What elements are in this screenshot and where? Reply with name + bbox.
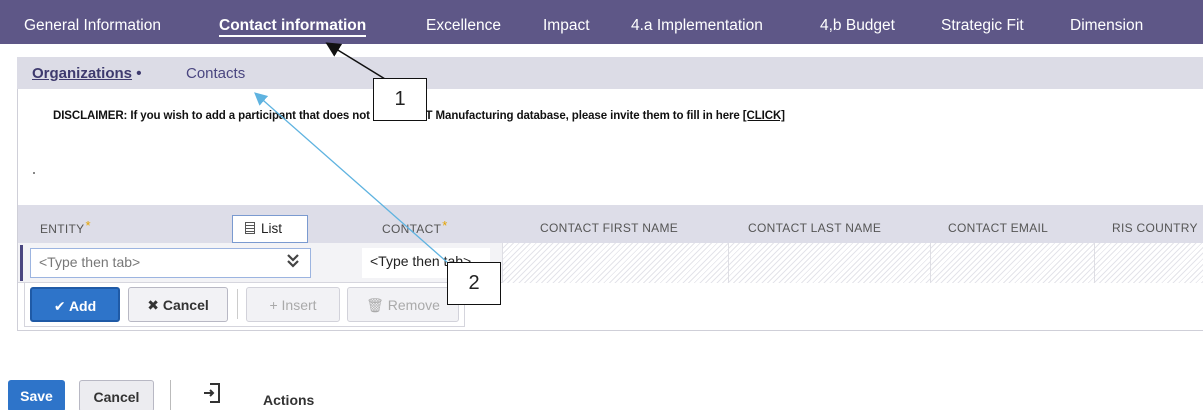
- callout-2: 2: [447, 262, 501, 305]
- cell-contact-email: [930, 243, 1094, 283]
- required-marker: *: [442, 218, 448, 233]
- tab-excellence[interactable]: Excellence: [426, 17, 501, 35]
- remove-button[interactable]: 🗑 Remove: [347, 287, 459, 322]
- column-header-contact[interactable]: CONTACT*: [382, 218, 448, 236]
- tab-general-information[interactable]: General Information: [24, 17, 161, 35]
- table-header: ENTITY* CONTACT* CONTACT FIRST NAME CONT…: [18, 205, 1203, 243]
- insert-button[interactable]: + Insert: [246, 287, 340, 322]
- add-label: Add: [68, 298, 97, 314]
- check-icon: ✔: [53, 298, 66, 314]
- cell-ris-country: [1094, 243, 1203, 283]
- cell-contact-first-name: [502, 243, 728, 283]
- list-popup-button[interactable]: List: [232, 215, 308, 243]
- double-chevron-down-icon[interactable]: [286, 252, 300, 272]
- tab-dimension[interactable]: Dimension: [1070, 17, 1143, 35]
- add-button[interactable]: ✔ Add: [30, 287, 120, 322]
- row-edit-indicator: [20, 245, 23, 281]
- column-label: CONTACT: [382, 222, 442, 236]
- column-label: ENTITY: [40, 222, 85, 236]
- column-header-ris-country[interactable]: RIS COUNTRY: [1112, 221, 1198, 235]
- cancel-row-button[interactable]: ✖ Cancel: [128, 287, 228, 322]
- subtab-organizations[interactable]: Organizations •: [32, 65, 141, 82]
- entity-placeholder: <Type then tab>: [39, 254, 141, 270]
- column-header-contact-email[interactable]: CONTACT EMAIL: [948, 221, 1048, 235]
- remove-label: Remove: [387, 297, 440, 313]
- disclaimer-click-link[interactable]: [CLICK]: [743, 110, 785, 122]
- insert-label: Insert: [281, 297, 317, 313]
- cancel-label: Cancel: [162, 297, 209, 313]
- cancel-button[interactable]: Cancel: [79, 380, 154, 410]
- column-header-contact-last-name[interactable]: CONTACT LAST NAME: [748, 221, 881, 235]
- tab-impact[interactable]: Impact: [543, 17, 590, 35]
- list-label: List: [261, 221, 283, 236]
- tab-implementation[interactable]: 4.a Implementation: [631, 17, 763, 35]
- required-marker: *: [85, 218, 91, 233]
- button-divider: [237, 289, 238, 319]
- subtab-organizations-label: Organizations: [32, 65, 133, 82]
- tab-budget[interactable]: 4,b Budget: [820, 17, 895, 35]
- plus-icon: +: [269, 297, 278, 313]
- page-arrow-icon[interactable]: [202, 382, 224, 404]
- top-tab-bar: General Information Contact information …: [0, 0, 1203, 44]
- save-button[interactable]: Save: [8, 380, 65, 410]
- list-icon: [245, 222, 255, 234]
- sub-tab-bar: Organizations • Contacts: [17, 57, 1203, 89]
- column-header-entity[interactable]: ENTITY*: [40, 218, 91, 236]
- column-header-contact-first-name[interactable]: CONTACT FIRST NAME: [540, 221, 678, 235]
- trash-icon: 🗑: [366, 297, 384, 313]
- tab-strategic-fit[interactable]: Strategic Fit: [941, 17, 1024, 35]
- subtab-contacts[interactable]: Contacts: [186, 65, 245, 82]
- entity-input[interactable]: <Type then tab>: [30, 248, 311, 278]
- actions-menu[interactable]: Actions: [263, 392, 314, 408]
- tab-contact-information[interactable]: Contact information: [219, 17, 367, 37]
- footer-divider: [170, 380, 171, 410]
- subtab-active-dot: •: [136, 65, 142, 82]
- cell-contact-last-name: [728, 243, 930, 283]
- callout-1: 1: [373, 78, 427, 121]
- x-icon: ✖: [147, 297, 159, 313]
- stray-dot: [33, 172, 35, 174]
